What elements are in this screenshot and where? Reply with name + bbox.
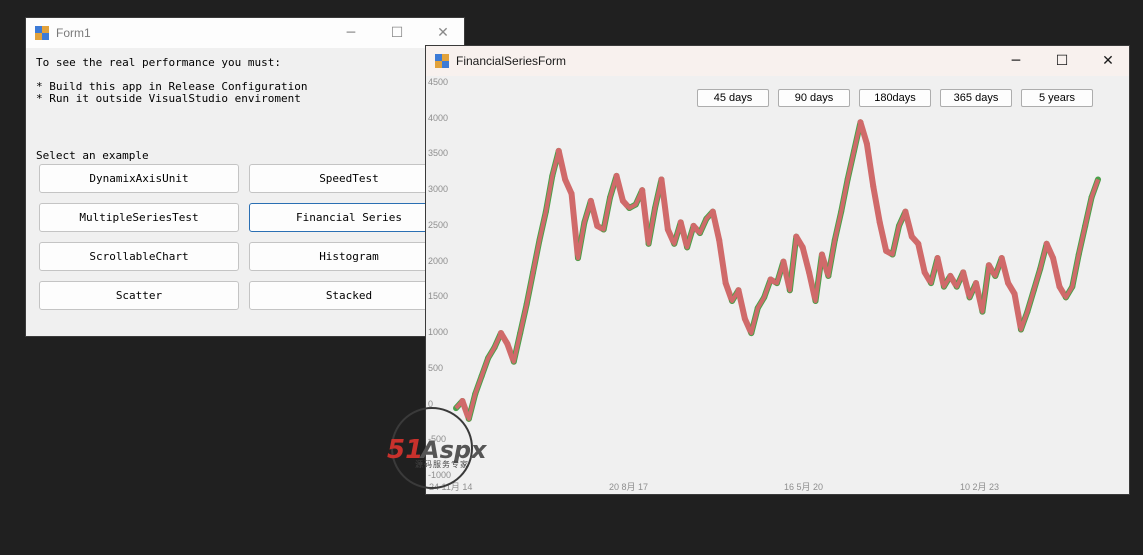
histogram-button[interactable]: Histogram — [249, 242, 449, 271]
close-icon[interactable]: ✕ — [420, 18, 466, 48]
watermark-logo: 51 Aspx 源码服务专家 — [387, 404, 513, 490]
instruction-heading: To see the real performance you must: — [36, 56, 282, 69]
app-icon — [435, 54, 449, 68]
y-tick-label: 2500 — [428, 219, 449, 230]
speed-test-button[interactable]: SpeedTest — [249, 164, 449, 193]
financial-series-button[interactable]: Financial Series — [249, 203, 449, 232]
maximize-icon[interactable]: ☐ — [374, 18, 420, 48]
range-180-days-button[interactable]: 180days — [859, 89, 931, 107]
y-tick-label: 1000 — [428, 327, 449, 338]
watermark-subtitle: 源码服务专家 — [415, 460, 469, 469]
x-tick-label: 20 8月 17 — [609, 482, 649, 492]
chart-area[interactable] — [426, 76, 1129, 494]
stacked-button[interactable]: Stacked — [249, 281, 449, 310]
y-tick-label: 3500 — [428, 148, 449, 159]
close-icon[interactable]: ✕ — [1085, 46, 1131, 76]
scrollable-chart-button[interactable]: ScrollableChart — [39, 242, 239, 271]
app-icon — [35, 26, 49, 40]
range-365-days-button[interactable]: 365 days — [940, 89, 1012, 107]
range-90-days-button[interactable]: 90 days — [778, 89, 850, 107]
dynamix-axis-unit-button[interactable]: DynamixAxisUnit — [39, 164, 239, 193]
financial-titlebar[interactable]: FinancialSeriesForm ─ ☐ ✕ — [426, 46, 1129, 76]
minimize-icon[interactable]: ─ — [993, 46, 1039, 76]
y-tick-label: 500 — [428, 362, 444, 373]
form1-window: Form1 ─ ☐ ✕ To see the real performance … — [25, 17, 465, 337]
y-tick-label: 3000 — [428, 184, 449, 195]
x-tick-label: 10 2月 23 — [960, 482, 1000, 492]
y-tick-label: 4000 — [428, 112, 449, 123]
y-tick-label: 2000 — [428, 255, 449, 266]
financial-chart[interactable] — [426, 76, 1129, 494]
range-45-days-button[interactable]: 45 days — [697, 89, 769, 107]
financial-series-window: FinancialSeriesForm ─ ☐ ✕ 4500 4000 3500 30… — [425, 45, 1130, 495]
window-title: FinancialSeriesForm — [456, 54, 567, 68]
y-tick-label: 1500 — [428, 291, 449, 302]
multiple-series-test-button[interactable]: MultipleSeriesTest — [39, 203, 239, 232]
scatter-button[interactable]: Scatter — [39, 281, 239, 310]
range-5-years-button[interactable]: 5 years — [1021, 89, 1093, 107]
minimize-icon[interactable]: ─ — [328, 18, 374, 48]
select-example-label: Select an example — [36, 149, 149, 162]
maximize-icon[interactable]: ☐ — [1039, 46, 1085, 76]
y-tick-label: 4500 — [428, 77, 449, 87]
x-tick-label: 16 5月 20 — [784, 482, 824, 492]
window-title: Form1 — [56, 26, 91, 40]
instruction-outside-vs: * Run it outside VisualStudio enviroment — [36, 92, 301, 105]
form1-titlebar[interactable]: Form1 ─ ☐ ✕ — [26, 18, 464, 48]
